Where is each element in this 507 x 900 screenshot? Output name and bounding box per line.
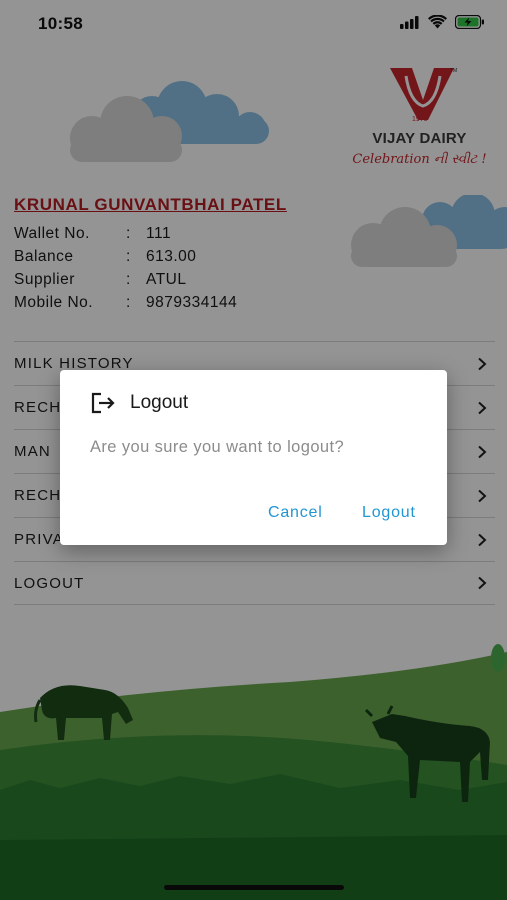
logout-icon [91,392,115,414]
confirm-logout-button[interactable]: Logout [362,504,416,522]
dialog-title: Logout [130,392,189,413]
dialog-message: Are you sure you want to logout? [90,438,345,456]
dialog-header: Logout [90,392,188,414]
cancel-button[interactable]: Cancel [268,504,323,522]
logout-dialog: Logout Are you sure you want to logout? … [60,370,447,545]
home-screen: 10:58 TM 1975 VIJAY DAIRY Celebration ની… [0,0,507,900]
